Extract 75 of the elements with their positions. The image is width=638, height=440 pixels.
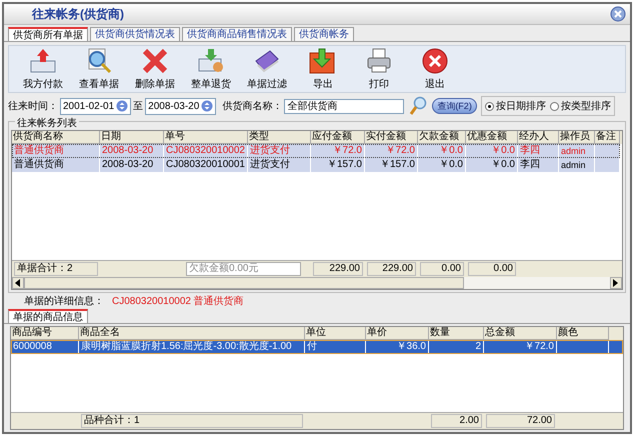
toolbar-button[interactable]: 打印 bbox=[351, 47, 407, 91]
scroll-right-icon[interactable] bbox=[610, 277, 622, 289]
table-cell: 2008-03-20 bbox=[102, 145, 154, 156]
debt-field: 欠款金额0.00元 bbox=[186, 262, 301, 276]
table-cell: ￥0.0 bbox=[491, 159, 515, 170]
table-cell: ￥157.0 bbox=[380, 159, 415, 170]
to-label: 至 bbox=[133, 100, 144, 113]
close-icon[interactable] bbox=[610, 6, 626, 22]
sort-label[interactable]: 按日期排序 bbox=[496, 99, 546, 113]
table-cell: ￥157.0 bbox=[326, 159, 362, 170]
window-title: 往来帐务(供货商) bbox=[32, 6, 124, 22]
toolbar-button[interactable]: 删除单据 bbox=[127, 47, 183, 91]
summary-cell: 0.00 bbox=[420, 262, 464, 276]
table-cell: 进货支付 bbox=[250, 145, 290, 156]
tab[interactable]: 单据的商品信息 bbox=[8, 309, 88, 323]
table-cell: admin bbox=[561, 146, 586, 156]
table-cell: 康明树脂蓝膜折射1.56:屈光度-3.00:散光度-1.00 bbox=[81, 341, 292, 352]
summary-cell: 单据合计：2 bbox=[14, 262, 98, 276]
summary-cell: 2.00 bbox=[431, 414, 482, 428]
period-label: 往来时间： bbox=[8, 100, 58, 113]
summary-cell: 229.00 bbox=[313, 262, 363, 276]
summary-cell: 229.00 bbox=[367, 262, 416, 276]
table-cell: ￥0.0 bbox=[439, 159, 463, 170]
table-cell: 2008-03-20 bbox=[102, 159, 154, 170]
tab[interactable]: 供货商商品销售情况表 bbox=[182, 27, 292, 41]
horizontal-scrollbar[interactable] bbox=[12, 277, 622, 289]
table-cell: 李四 bbox=[520, 159, 540, 170]
sort-label[interactable]: 按类型排序 bbox=[560, 99, 611, 113]
spinner-icon[interactable] bbox=[116, 100, 128, 112]
detail-value: CJ080320010002 普通供货商 bbox=[112, 294, 244, 308]
table-cell: 普通供货商 bbox=[14, 145, 64, 156]
table-cell: ￥36.0 bbox=[396, 341, 426, 352]
table-cell: ￥0.0 bbox=[491, 145, 515, 156]
table-cell: ￥72.0 bbox=[332, 145, 362, 156]
table-cell: 进货支付 bbox=[250, 159, 290, 170]
date-field[interactable]: 2008-03-20 bbox=[145, 98, 216, 114]
scroll-left-icon[interactable] bbox=[12, 277, 24, 289]
ledger-row[interactable]: 普通供货商 2008-03-20 CJ080320010001 进货支付 ￥157.0 ￥157.0 ￥0.0 ￥0.0 李四 admin bbox=[12, 158, 620, 172]
table-cell: ￥72.0 bbox=[524, 341, 554, 352]
detail-label: 单据的详细信息： bbox=[24, 294, 104, 308]
table-cell: 付 bbox=[307, 341, 317, 352]
summary-cell: 72.00 bbox=[486, 414, 555, 428]
cross-icon bbox=[140, 47, 170, 75]
toolbar-button[interactable]: 查看单据 bbox=[71, 47, 127, 91]
tab[interactable]: 供货商所有单据 bbox=[8, 27, 88, 41]
table-cell: CJ080320010001 bbox=[166, 159, 245, 170]
search-icon[interactable] bbox=[409, 96, 428, 116]
summary-cell: 0.00 bbox=[468, 262, 516, 276]
table-cell: 6000008 bbox=[13, 341, 52, 352]
table-cell: CJ080320010002 bbox=[166, 145, 245, 156]
table-cell: ￥0.0 bbox=[439, 145, 463, 156]
table-cell: 2 bbox=[475, 341, 481, 352]
toolbar-button[interactable]: 退出 bbox=[407, 47, 463, 91]
toolbar-button[interactable]: 单据过滤 bbox=[239, 47, 295, 91]
spinner-icon[interactable] bbox=[201, 100, 214, 112]
date-field[interactable]: 2001-02-01 bbox=[60, 98, 132, 114]
supplier-label: 供货商名称： bbox=[222, 100, 282, 113]
group-title: 往来帐务列表 bbox=[15, 116, 79, 130]
table-cell: admin bbox=[561, 160, 586, 170]
tab[interactable]: 供货商帐务 bbox=[294, 27, 354, 41]
supplier-field[interactable]: 全部供货商 bbox=[284, 98, 404, 114]
toolbar-button[interactable]: 我方付款 bbox=[15, 47, 71, 91]
summary-cell: 品种合计：1 bbox=[81, 414, 303, 428]
exit-icon bbox=[420, 47, 450, 75]
query-button[interactable]: 查询(F2) bbox=[432, 98, 477, 114]
table-cell: 普通供货商 bbox=[14, 159, 64, 170]
tab[interactable]: 供货商供货情况表 bbox=[90, 27, 180, 41]
radio-button[interactable] bbox=[550, 102, 559, 110]
radio-button[interactable] bbox=[484, 102, 494, 110]
item-row[interactable]: 6000008 康明树脂蓝膜折射1.56:屈光度-3.00:散光度-1.00 付 ￥36.0 2 ￥72.0 bbox=[11, 340, 623, 354]
toolbar-button[interactable]: 整单退货 bbox=[183, 47, 239, 91]
table-cell: ￥72.0 bbox=[386, 145, 415, 156]
table-cell: 李四 bbox=[520, 145, 540, 156]
toolbar-button[interactable]: 导出 bbox=[295, 47, 351, 91]
scroll-thumb[interactable] bbox=[24, 277, 464, 289]
